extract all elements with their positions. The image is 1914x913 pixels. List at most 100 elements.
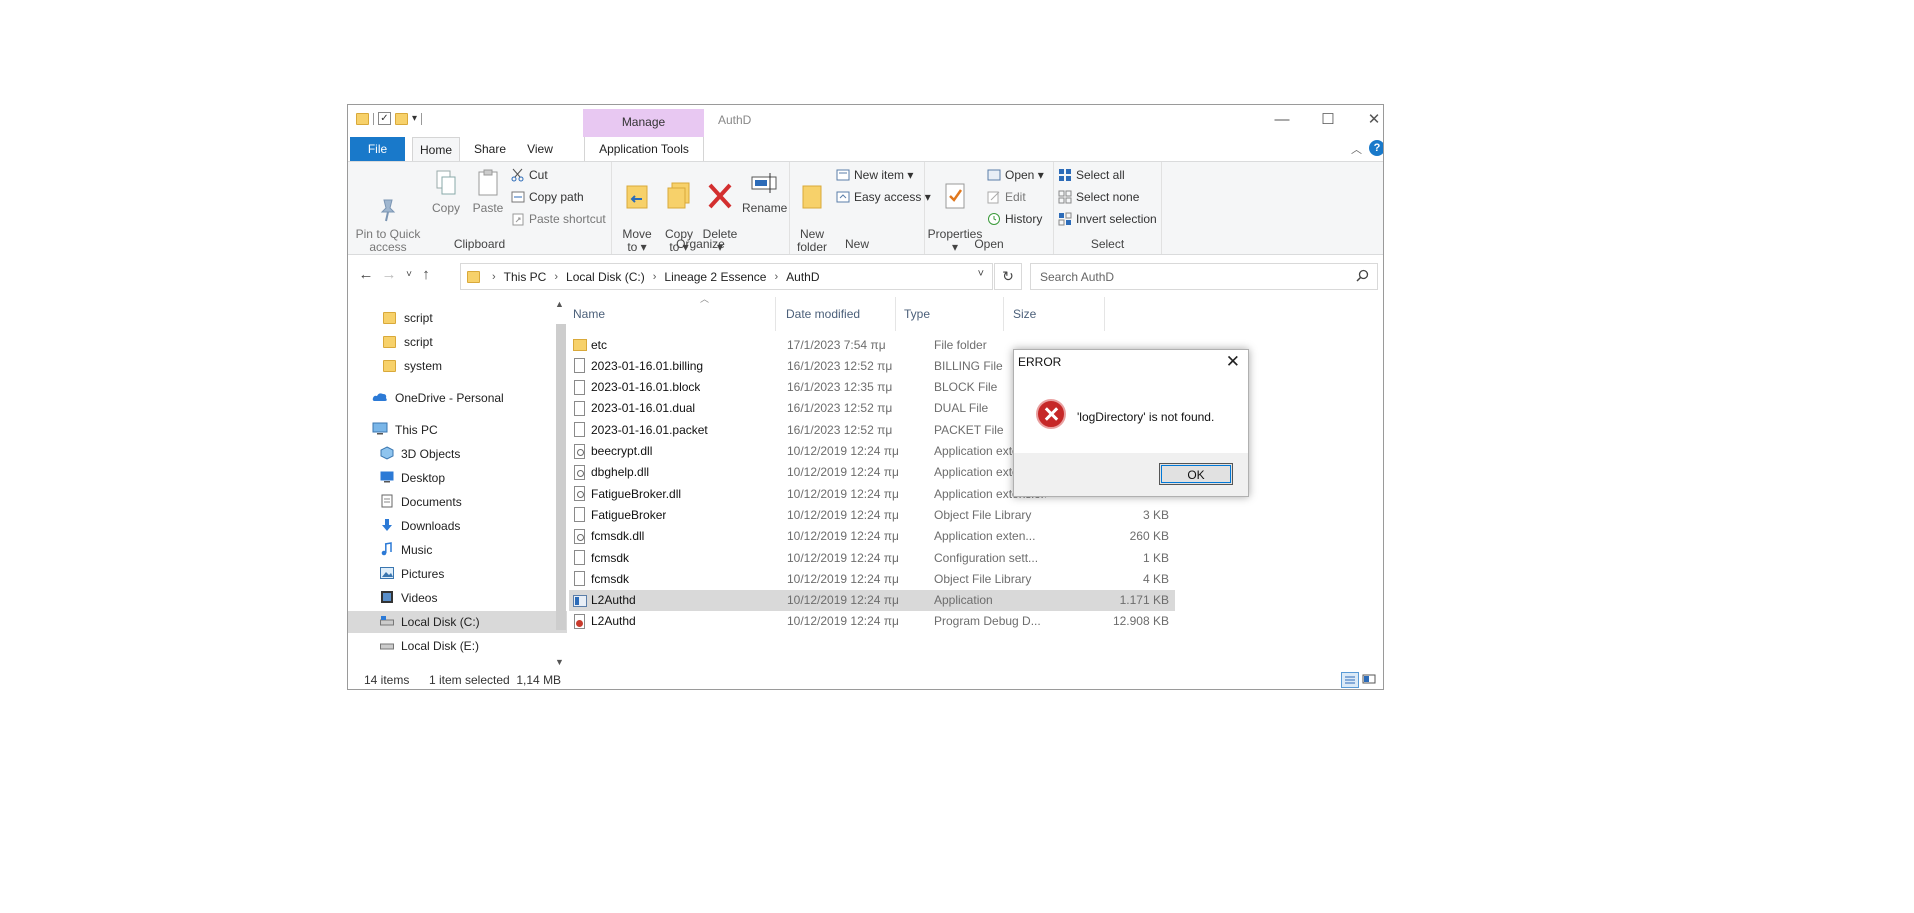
organize-group-label: Organize	[676, 237, 725, 251]
paste-shortcut-button[interactable]: Paste shortcut	[511, 212, 606, 226]
tab-share[interactable]: Share	[470, 137, 510, 161]
address-dropdown-icon[interactable]: ˅	[978, 268, 984, 280]
file-row[interactable]: fcmsdk 10/12/2019 12:24 πμ Configuration s…	[569, 547, 1175, 568]
breadcrumb-authd[interactable]: AuthD	[786, 270, 819, 284]
collapse-ribbon-icon[interactable]: ︿	[1351, 141, 1362, 157]
column-header-name[interactable]: Name	[573, 297, 605, 331]
tab-application-tools[interactable]: Application Tools	[584, 137, 704, 161]
up-arrow-icon[interactable]: ↑	[416, 265, 436, 285]
sidebar-item-local-disk-c[interactable]: Local Disk (C:)	[348, 611, 567, 633]
folder-icon	[356, 112, 369, 125]
drive-icon	[380, 639, 394, 654]
sidebar-item-downloads[interactable]: Downloads	[348, 515, 567, 537]
folder-icon	[573, 339, 587, 351]
file-name: etc	[591, 337, 608, 352]
sidebar-item-script[interactable]: script	[348, 307, 567, 329]
select-all-button[interactable]: Select all	[1058, 168, 1125, 182]
back-arrow-icon[interactable]: ←	[356, 265, 376, 285]
item-count: 14 items	[364, 673, 410, 687]
sidebar-item-pictures[interactable]: Pictures	[348, 563, 567, 585]
edit-label: Edit	[1005, 190, 1026, 204]
close-button[interactable]: ✕	[1359, 111, 1383, 129]
column-divider[interactable]	[1003, 297, 1004, 331]
easy-access-icon	[836, 190, 850, 204]
column-divider[interactable]	[895, 297, 896, 331]
rename-button[interactable]: Rename	[742, 168, 787, 215]
cut-button[interactable]: Cut	[511, 168, 548, 182]
ok-button[interactable]: OK	[1159, 463, 1233, 485]
sidebar-item-music[interactable]: Music	[348, 539, 567, 561]
sidebar-item-desktop[interactable]: Desktop	[348, 467, 567, 489]
breadcrumb-separator: ›	[652, 270, 657, 283]
new-folder-icon[interactable]	[395, 112, 408, 125]
copy-button[interactable]: Copy	[428, 168, 464, 215]
maximize-button[interactable]: ☐	[1313, 111, 1343, 129]
paste-shortcut-icon	[511, 212, 525, 226]
breadcrumb-this-pc[interactable]: This PC	[504, 270, 547, 284]
paste-button[interactable]: Paste	[470, 168, 506, 215]
file-name: fcmsdk	[591, 571, 630, 586]
tab-file[interactable]: File	[350, 137, 405, 161]
properties-icon[interactable]: ✓	[378, 112, 391, 125]
sidebar-item-3d-objects[interactable]: 3D Objects	[348, 443, 567, 465]
sidebar-item-this-pc[interactable]: This PC	[348, 419, 567, 441]
new-item-button[interactable]: New item ▾	[836, 168, 913, 182]
help-icon[interactable]: ?	[1369, 140, 1383, 156]
sidebar-item-system[interactable]: system	[348, 355, 567, 377]
navigation-pane-scrollbar[interactable]: ▲ ▼	[553, 297, 567, 669]
sidebar-item-onedrive[interactable]: OneDrive - Personal	[348, 387, 567, 409]
file-row[interactable]: fcmsdk 10/12/2019 12:24 πμ Object File Lib…	[569, 568, 1175, 589]
column-divider[interactable]	[1104, 297, 1105, 331]
sidebar-item-documents[interactable]: Documents	[348, 491, 567, 513]
invert-selection-button[interactable]: Invert selection	[1058, 212, 1157, 226]
file-row[interactable]: L2Authd 10/12/2019 12:24 πμ Program Debug …	[569, 611, 1175, 632]
copy-path-icon	[511, 190, 525, 204]
column-header-date-modified[interactable]: Date modified	[786, 297, 860, 331]
breadcrumb-lineage-2-essence[interactable]: Lineage 2 Essence	[664, 270, 766, 284]
scroll-up-icon[interactable]: ▲	[555, 299, 564, 309]
large-icons-view-icon[interactable]	[1361, 672, 1379, 688]
tab-view[interactable]: View	[522, 137, 558, 161]
column-header-type[interactable]: Type	[904, 297, 930, 331]
file-row[interactable]: fcmsdk.dll 10/12/2019 12:24 πμ Application…	[569, 526, 1175, 547]
navigation-bar: ← → ˅ ↑ › This PC › Local Disk (C:) › Li…	[348, 261, 1383, 291]
navigation-pane: script script system OneDrive - Personal…	[348, 297, 567, 669]
ribbon-tabs: File Home Share View Application Tools ︿…	[348, 137, 1383, 161]
scroll-down-icon[interactable]: ▼	[555, 657, 564, 667]
customize-toolbar-icon[interactable]: ▾	[412, 113, 417, 124]
sidebar-item-label: Music	[401, 543, 433, 557]
properties-icon	[942, 181, 968, 211]
copy-path-button[interactable]: Copy path	[511, 190, 584, 204]
column-divider[interactable]	[775, 297, 776, 331]
easy-access-button[interactable]: Easy access ▾	[836, 190, 931, 204]
manage-contextual-tab[interactable]: Manage	[583, 109, 704, 137]
forward-arrow-icon[interactable]: →	[379, 265, 399, 285]
dialog-message: 'logDirectory' is not found.	[1077, 410, 1215, 424]
sidebar-item-videos[interactable]: Videos	[348, 587, 567, 609]
file-row[interactable]: L2Authd 10/12/2019 12:24 πμ Application 1.1…	[569, 589, 1175, 611]
column-header-size[interactable]: Size	[1013, 297, 1036, 331]
search-input[interactable]	[1038, 269, 1342, 285]
dll-file-icon	[574, 443, 585, 459]
details-view-icon[interactable]	[1341, 672, 1359, 688]
refresh-icon[interactable]: ↻	[994, 263, 1022, 290]
tab-home[interactable]: Home	[412, 137, 460, 161]
dialog-close-icon[interactable]: ✕	[1226, 352, 1240, 372]
scrollbar-thumb[interactable]	[556, 324, 566, 630]
invert-selection-label: Invert selection	[1076, 212, 1157, 226]
file-row[interactable]: FatigueBroker 10/12/2019 12:24 πμ Object F…	[569, 504, 1175, 525]
sidebar-item-local-disk-e[interactable]: Local Disk (E:)	[348, 635, 567, 657]
address-bar[interactable]: › This PC › Local Disk (C:) › Lineage 2 …	[460, 263, 993, 290]
paste-label: Paste	[472, 201, 504, 215]
search-box[interactable]	[1030, 263, 1378, 290]
file-date-modified: 10/12/2019 12:24 πμ	[787, 444, 899, 458]
history-button[interactable]: History	[987, 212, 1042, 226]
file-size: 260 KB	[1129, 529, 1169, 544]
select-none-button[interactable]: Select none	[1058, 190, 1139, 204]
open-button[interactable]: Open ▾	[987, 168, 1044, 182]
minimize-button[interactable]: —	[1267, 111, 1297, 129]
search-icon[interactable]	[1356, 269, 1369, 285]
sidebar-item-script[interactable]: script	[348, 331, 567, 353]
edit-button[interactable]: Edit	[987, 190, 1026, 204]
breadcrumb-local-disk-c[interactable]: Local Disk (C:)	[566, 270, 645, 284]
